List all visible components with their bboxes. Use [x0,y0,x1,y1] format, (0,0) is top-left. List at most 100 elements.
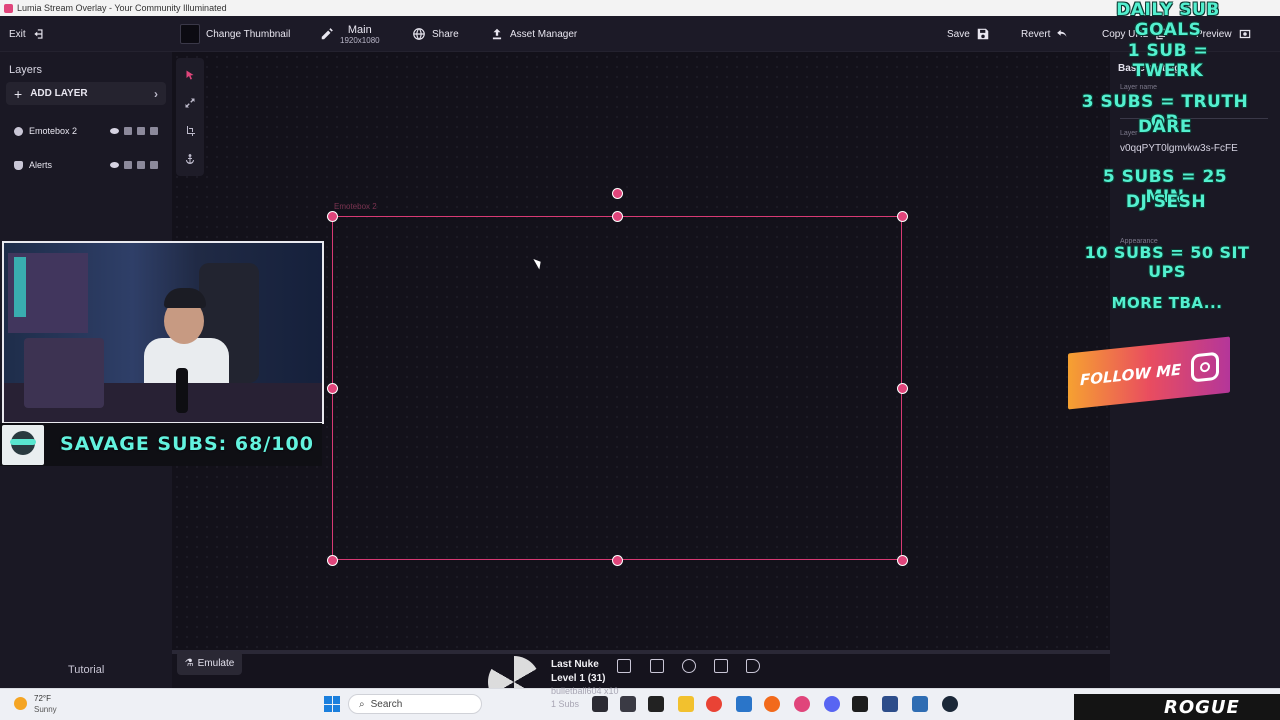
emote-icon [14,126,23,136]
layer-row-alerts[interactable]: Alerts [6,148,166,182]
revert-label: Revert [1021,28,1051,40]
add-layer-label: ADD LAYER [30,88,88,99]
volume-icon[interactable] [746,659,760,673]
main-title: Main [347,23,372,36]
soundcloud-icon[interactable] [764,696,780,712]
rotate-handle[interactable] [612,188,623,199]
folder-icon[interactable] [678,696,694,712]
emulate-label: Emulate [197,657,235,669]
layer-id-value[interactable]: v0qqPYT0lgmvkw3s-FcFE [1120,143,1238,154]
avatar [2,425,44,465]
resize-handle-bottom-right[interactable] [897,555,908,566]
crop-tool-icon[interactable] [184,124,196,136]
goal-line: DJ SESH [1125,192,1207,212]
taskbar-search[interactable]: ⌕ Search [348,694,482,714]
search-placeholder: Search [370,698,403,710]
anchor-tool-icon[interactable] [184,152,196,164]
eye-icon[interactable] [110,162,119,168]
exit-label: Exit [9,28,26,40]
eye-icon[interactable] [110,128,119,134]
selection-box[interactable] [332,216,902,560]
taskbar-app-icon[interactable] [648,696,664,712]
layer-controls [110,161,158,169]
taskbar-app-icon[interactable] [620,696,636,712]
instagram-icon [1191,351,1220,383]
resize-handle-bottom[interactable] [612,555,623,566]
trash-icon[interactable] [150,161,158,169]
change-thumbnail-label: Change Thumbnail [206,28,291,40]
main-overlay-button[interactable]: Main 1920x1080 [320,16,380,52]
save-icon [977,28,989,40]
upload-icon [492,28,502,40]
layer-name: Emotebox 2 [29,126,78,136]
resize-handle-top[interactable] [612,211,623,222]
resize-handle-left[interactable] [327,383,338,394]
taskbar-app-icon[interactable] [882,696,898,712]
trash-icon[interactable] [150,127,158,135]
bell-icon [14,160,23,170]
goal-line: 1 SUB = TWERK [1127,41,1209,81]
sun-icon [14,697,27,710]
weather-temperature: 72°F [34,694,51,703]
undo-icon [1057,29,1067,37]
taskbar-app-icon[interactable] [912,696,928,712]
asset-manager-button[interactable]: Asset Manager [490,16,577,52]
discord-icon[interactable] [824,696,840,712]
layer-controls [110,127,158,135]
weather-description: Sunny [34,705,57,714]
windows-start-icon[interactable] [324,696,340,712]
resize-handle-bottom-left[interactable] [327,555,338,566]
window-title: Lumia Stream Overlay - Your Community Il… [17,3,227,13]
last-nuke-label: Last Nuke [551,659,599,670]
globe-icon [413,28,425,40]
taskbar-app-icon[interactable] [592,696,608,712]
tutorial-link[interactable]: Tutorial [68,664,104,676]
revert-button[interactable]: Revert [1021,16,1070,52]
canvas-bottom-bar [172,654,1110,688]
chevron-right-icon: › [154,86,158,101]
capcut-icon[interactable] [852,696,868,712]
resize-handle-right[interactable] [897,383,908,394]
follow-me-text: FOLLOW ME [1080,360,1182,390]
resize-tool-icon[interactable] [184,96,196,108]
save-label: Save [947,28,970,40]
select-tool-icon[interactable] [184,68,196,80]
lock-icon[interactable] [124,127,132,135]
asset-manager-label: Asset Manager [510,28,578,40]
main-resolution: 1920x1080 [340,35,380,45]
rogue-banner: ROGUE [1074,694,1280,720]
change-thumbnail-button[interactable]: Change Thumbnail [180,16,290,52]
app-icon [4,3,13,13]
subs-counter: SAVAGE SUBS: 68/100 [60,433,314,455]
layers-title: Layers [9,64,43,76]
steam-icon[interactable] [942,696,958,712]
lock-icon[interactable] [124,161,132,169]
goal-line: DARE [1138,117,1192,137]
goal-line: 10 SUBS = 50 SIT UPS [1084,243,1250,281]
duplicate-icon[interactable] [137,127,145,135]
taskbar-app-icon[interactable] [736,696,752,712]
exit-button[interactable]: Exit [9,16,46,52]
thumbnail-swatch [180,24,200,44]
zoom-icon[interactable] [682,659,696,673]
nuke-level: Level 1 (31) [551,673,606,684]
pencil-icon [321,28,333,40]
add-layer-button[interactable]: + ADD LAYER › [6,82,166,105]
chrome-icon[interactable] [706,696,722,712]
grid-icon[interactable] [714,659,728,673]
lumia-icon[interactable] [794,696,810,712]
resize-handle-top-right[interactable] [897,211,908,222]
emulate-button[interactable]: ⚗ Emulate [177,651,242,675]
resize-handle-top-left[interactable] [327,211,338,222]
share-button[interactable]: Share [412,16,459,52]
nuke-user: bulletball604 x10 [551,686,619,696]
flask-icon: ⚗ [184,657,194,669]
layer-row-emotebox[interactable]: Emotebox 2 [6,114,166,148]
fullscreen-icon[interactable] [650,659,664,673]
share-label: Share [432,28,459,40]
save-button[interactable]: Save [947,16,990,52]
nuke-subs: 1 Subs [551,699,580,709]
fit-screen-icon[interactable] [617,659,631,673]
goal-title: DAILY SUB GOALS [1116,0,1220,40]
duplicate-icon[interactable] [137,161,145,169]
